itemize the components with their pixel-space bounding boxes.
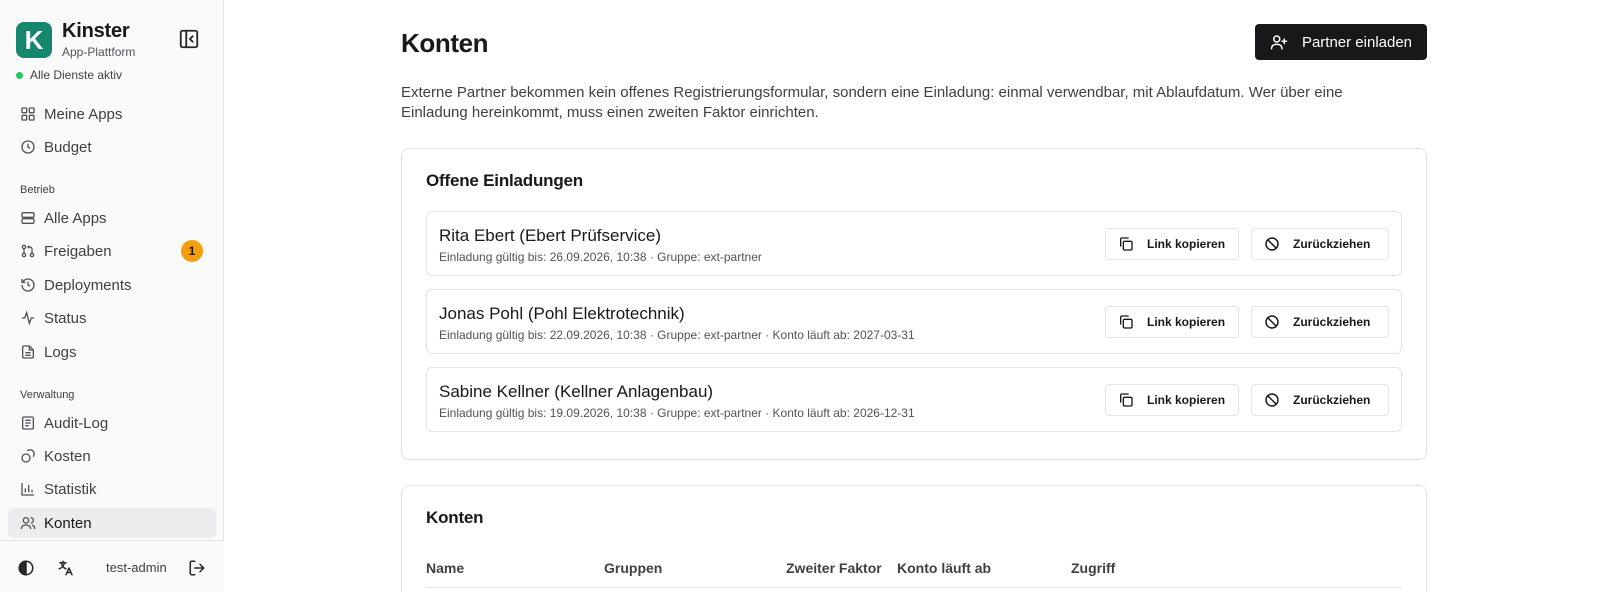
sidebar-item-label: Budget: [44, 138, 92, 156]
audit-log-icon: [20, 415, 36, 431]
section-verwaltung: Verwaltung: [20, 389, 75, 401]
sidebar-item-logs[interactable]: Logs: [8, 337, 216, 367]
language-icon[interactable]: [57, 559, 75, 577]
invite-partner-label: Partner einladen: [1301, 33, 1413, 51]
sidebar-item-meine-apps[interactable]: Meine Apps: [8, 99, 216, 129]
sidebar-item-audit-log[interactable]: Audit-Log: [8, 408, 216, 438]
open-invites-card: Offene Einladungen Rita Ebert (Ebert Prü…: [401, 148, 1427, 460]
sidebar-item-status[interactable]: Status: [8, 303, 216, 333]
page-title: Konten: [401, 28, 489, 58]
copy-icon: [1118, 392, 1134, 408]
invite-name: Jonas Pohl (Pohl Elektrotechnik): [439, 304, 685, 323]
sidebar: K Kinster App-Plattform Alle Dienste akt…: [0, 0, 224, 592]
invite-partner-button[interactable]: Partner einladen: [1255, 24, 1427, 60]
sidebar-item-deployments[interactable]: Deployments: [8, 270, 216, 300]
column-header-zweiter-faktor[interactable]: Zweiter Faktor: [786, 560, 882, 576]
invite-row: Rita Ebert (Ebert Prüfservice) Einladung…: [426, 211, 1402, 276]
copy-link-label: Link kopieren: [1147, 393, 1226, 407]
service-status-text: Alle Dienste aktiv: [30, 68, 123, 82]
column-header-name[interactable]: Name: [426, 560, 464, 576]
sidebar-item-freigaben[interactable]: Freigaben 1: [8, 236, 216, 266]
copy-icon: [1118, 314, 1134, 330]
bar-chart-icon: [20, 481, 36, 497]
app-subtitle: App-Plattform: [62, 45, 136, 59]
logout-icon[interactable]: [188, 559, 206, 577]
history-icon: [20, 277, 36, 293]
sidebar-item-label: Alle Apps: [44, 209, 107, 227]
invite-row: Sabine Kellner (Kellner Anlagenbau) Einl…: [426, 367, 1402, 432]
revoke-label: Zurückziehen: [1293, 237, 1371, 251]
user-plus-icon: [1270, 33, 1288, 51]
copy-icon: [1118, 236, 1134, 252]
copy-link-button[interactable]: Link kopieren: [1105, 228, 1239, 260]
revoke-label: Zurückziehen: [1293, 315, 1371, 329]
ban-icon: [1264, 236, 1280, 252]
invite-row: Jonas Pohl (Pohl Elektrotechnik) Einladu…: [426, 289, 1402, 354]
ban-icon: [1264, 392, 1280, 408]
sidebar-item-label: Deployments: [44, 276, 132, 294]
clock-icon: [20, 139, 36, 155]
revoke-button[interactable]: Zurückziehen: [1251, 384, 1389, 416]
invite-name: Rita Ebert (Ebert Prüfservice): [439, 226, 662, 245]
invite-name: Sabine Kellner (Kellner Anlagenbau): [439, 382, 714, 401]
copy-link-button[interactable]: Link kopieren: [1105, 306, 1239, 338]
sidebar-item-kosten[interactable]: Kosten: [8, 441, 216, 471]
sidebar-toggle-icon[interactable]: [178, 28, 200, 50]
current-user: test-admin: [106, 560, 167, 575]
status-dot: [16, 71, 23, 79]
section-betrieb: Betrieb: [20, 184, 55, 196]
coins-icon: [20, 448, 36, 464]
sidebar-item-label: Statistik: [44, 480, 97, 498]
service-status: Alle Dienste aktiv: [16, 68, 122, 82]
sidebar-item-label: Status: [44, 309, 87, 327]
column-header-konto-laeuft-ab[interactable]: Konto läuft ab: [897, 560, 991, 576]
invite-meta: Einladung gültig bis: 26.09.2026, 10:38 …: [439, 250, 762, 264]
sidebar-footer: test-admin: [0, 540, 224, 592]
grid-icon: [20, 106, 36, 122]
sidebar-item-label: Konten: [44, 514, 92, 532]
copy-link-label: Link kopieren: [1147, 237, 1226, 251]
users-icon: [20, 515, 36, 531]
sidebar-item-alle-apps[interactable]: Alle Apps: [8, 203, 216, 233]
revoke-label: Zurückziehen: [1293, 393, 1371, 407]
app-name: Kinster: [62, 20, 130, 42]
accounts-card: Konten Name Gruppen Zweiter Faktor Konto…: [401, 485, 1427, 592]
invite-meta: Einladung gültig bis: 19.09.2026, 10:38 …: [439, 406, 915, 420]
activity-icon: [20, 310, 36, 326]
sidebar-item-label: Logs: [44, 343, 77, 361]
open-invites-title: Offene Einladungen: [426, 171, 583, 190]
sidebar-item-statistik[interactable]: Statistik: [8, 474, 216, 504]
sidebar-item-label: Kosten: [44, 447, 91, 465]
freigaben-count-badge: 1: [181, 240, 203, 262]
pull-request-icon: [20, 243, 36, 259]
accounts-title: Konten: [426, 508, 484, 527]
app-logo: K: [16, 22, 52, 58]
copy-link-button[interactable]: Link kopieren: [1105, 384, 1239, 416]
revoke-button[interactable]: Zurückziehen: [1251, 306, 1389, 338]
sidebar-item-budget[interactable]: Budget: [8, 132, 216, 162]
column-header-gruppen[interactable]: Gruppen: [604, 560, 662, 576]
sidebar-item-label: Freigaben: [44, 242, 112, 260]
column-header-zugriff[interactable]: Zugriff: [1071, 560, 1115, 576]
sidebar-item-konten[interactable]: Konten: [8, 508, 216, 538]
main-content: Konten Partner einladen Externe Partner …: [224, 0, 1600, 592]
invite-meta: Einladung gültig bis: 22.09.2026, 10:38 …: [439, 328, 915, 342]
server-icon: [20, 210, 36, 226]
sidebar-item-label: Audit-Log: [44, 414, 109, 432]
sidebar-item-label: Meine Apps: [44, 105, 123, 123]
theme-toggle-icon[interactable]: [17, 559, 35, 577]
file-text-icon: [20, 344, 36, 360]
table-divider: [426, 587, 1402, 588]
ban-icon: [1264, 314, 1280, 330]
brand[interactable]: K Kinster App-Plattform: [16, 20, 135, 60]
copy-link-label: Link kopieren: [1147, 315, 1226, 329]
revoke-button[interactable]: Zurückziehen: [1251, 228, 1389, 260]
intro-text: Externe Partner bekommen kein offenes Re…: [401, 84, 1343, 121]
